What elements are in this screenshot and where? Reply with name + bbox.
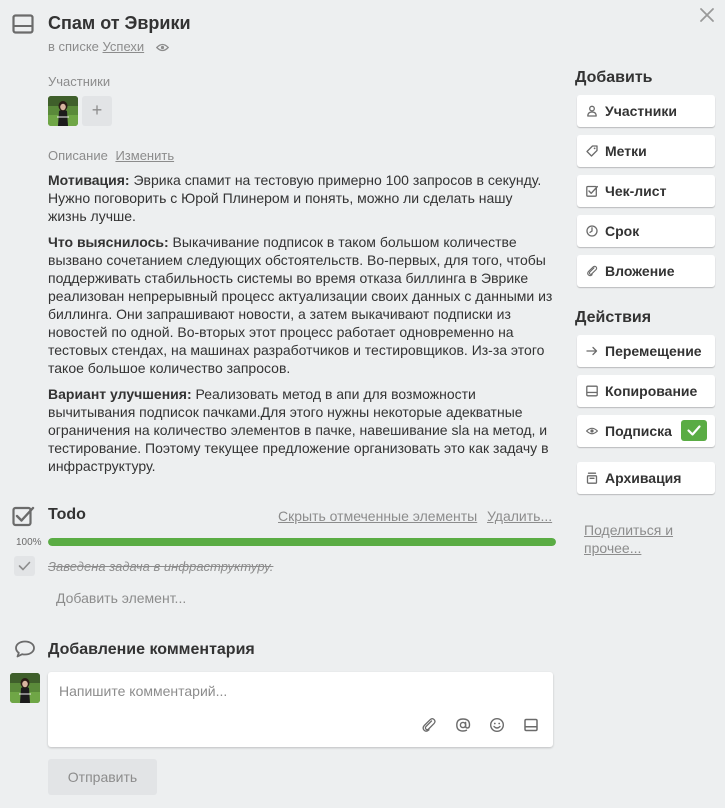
copy-button[interactable]: Копирование xyxy=(577,375,715,407)
description-header: Описание Изменить xyxy=(48,148,174,163)
comment-input[interactable]: Напишите комментарий... xyxy=(48,672,553,747)
eye-icon xyxy=(586,425,598,437)
card-icon xyxy=(12,14,34,34)
members-button[interactable]: Участники xyxy=(577,95,715,127)
card-icon xyxy=(586,385,598,397)
labels-button[interactable]: Метки xyxy=(577,135,715,167)
paperclip-icon xyxy=(586,265,598,277)
checklist-icon xyxy=(586,185,598,197)
members-label: Участники xyxy=(48,74,111,89)
subscribe-button[interactable]: Подписка xyxy=(577,415,715,447)
comment-title: Добавление комментария xyxy=(48,641,255,658)
checklist-button-label: Чек-лист xyxy=(605,183,667,199)
actions-heading: Действия xyxy=(575,309,652,326)
attachment-button-label: Вложение xyxy=(605,263,675,279)
description-paragraph: Вариант улучшения: Реализовать метод в а… xyxy=(48,386,549,474)
labels-button-label: Метки xyxy=(605,143,647,159)
emoji-icon[interactable] xyxy=(489,717,505,733)
person-icon xyxy=(586,105,598,117)
list-prefix: в списке xyxy=(48,39,99,54)
checklist-button[interactable]: Чек-лист xyxy=(577,175,715,207)
add-heading: Добавить xyxy=(575,69,653,86)
attachment-button[interactable]: Вложение xyxy=(577,255,715,287)
card-title[interactable]: Спам от Эврики xyxy=(48,12,191,34)
description-text[interactable]: Мотивация: Эврика спамит на тестовую при… xyxy=(48,171,553,483)
subscribed-check-icon xyxy=(681,420,707,441)
checklist-item-checkbox[interactable] xyxy=(14,556,35,576)
checklist-icon xyxy=(12,505,36,527)
copy-button-label: Копирование xyxy=(605,383,698,399)
archive-button[interactable]: Архивация xyxy=(577,462,715,494)
progress-fill xyxy=(48,538,556,546)
description-paragraph: Что выяснилось: Выкачивание подписок в т… xyxy=(48,234,553,376)
progress-bar xyxy=(48,538,556,546)
edit-description-link[interactable]: Изменить xyxy=(115,148,174,163)
list-info: в списке Успехи xyxy=(48,39,169,55)
description-label: Описание xyxy=(48,148,108,163)
description-paragraph: Мотивация: Эврика спамит на тестовую при… xyxy=(48,172,542,224)
close-icon[interactable] xyxy=(699,7,715,23)
archive-icon xyxy=(586,472,598,484)
hide-checked-link[interactable]: Скрыть отмеченные элементы xyxy=(278,508,477,524)
label-icon xyxy=(586,145,598,157)
avatar[interactable] xyxy=(48,96,78,126)
card-icon[interactable] xyxy=(523,717,539,733)
due-date-button-label: Срок xyxy=(605,223,640,239)
subscribe-button-label: Подписка xyxy=(605,423,672,439)
list-link[interactable]: Успехи xyxy=(103,39,145,54)
due-date-button[interactable]: Срок xyxy=(577,215,715,247)
move-button[interactable]: Перемещение xyxy=(577,335,715,367)
add-checklist-item[interactable]: Добавить элемент... xyxy=(56,590,186,606)
add-member-button[interactable]: + xyxy=(82,96,112,126)
move-button-label: Перемещение xyxy=(605,343,702,359)
arrow-right-icon xyxy=(586,345,598,357)
checklist-item[interactable]: Заведена задача в инфраструктуру. xyxy=(48,559,273,574)
share-and-more-link[interactable]: Поделиться и прочее... xyxy=(584,521,704,557)
eye-icon xyxy=(155,43,169,52)
clock-icon xyxy=(586,225,598,237)
avatar xyxy=(10,673,40,703)
send-comment-button[interactable]: Отправить xyxy=(48,759,157,795)
comment-placeholder: Напишите комментарий... xyxy=(59,683,228,699)
paperclip-icon[interactable] xyxy=(421,717,437,733)
archive-button-label: Архивация xyxy=(605,470,682,486)
mention-icon[interactable] xyxy=(455,717,471,733)
checklist-title[interactable]: Todo xyxy=(48,506,86,524)
comment-icon xyxy=(14,640,36,658)
members-button-label: Участники xyxy=(605,103,677,119)
progress-percent: 100% xyxy=(16,537,42,548)
delete-checklist-link[interactable]: Удалить... xyxy=(487,508,552,524)
